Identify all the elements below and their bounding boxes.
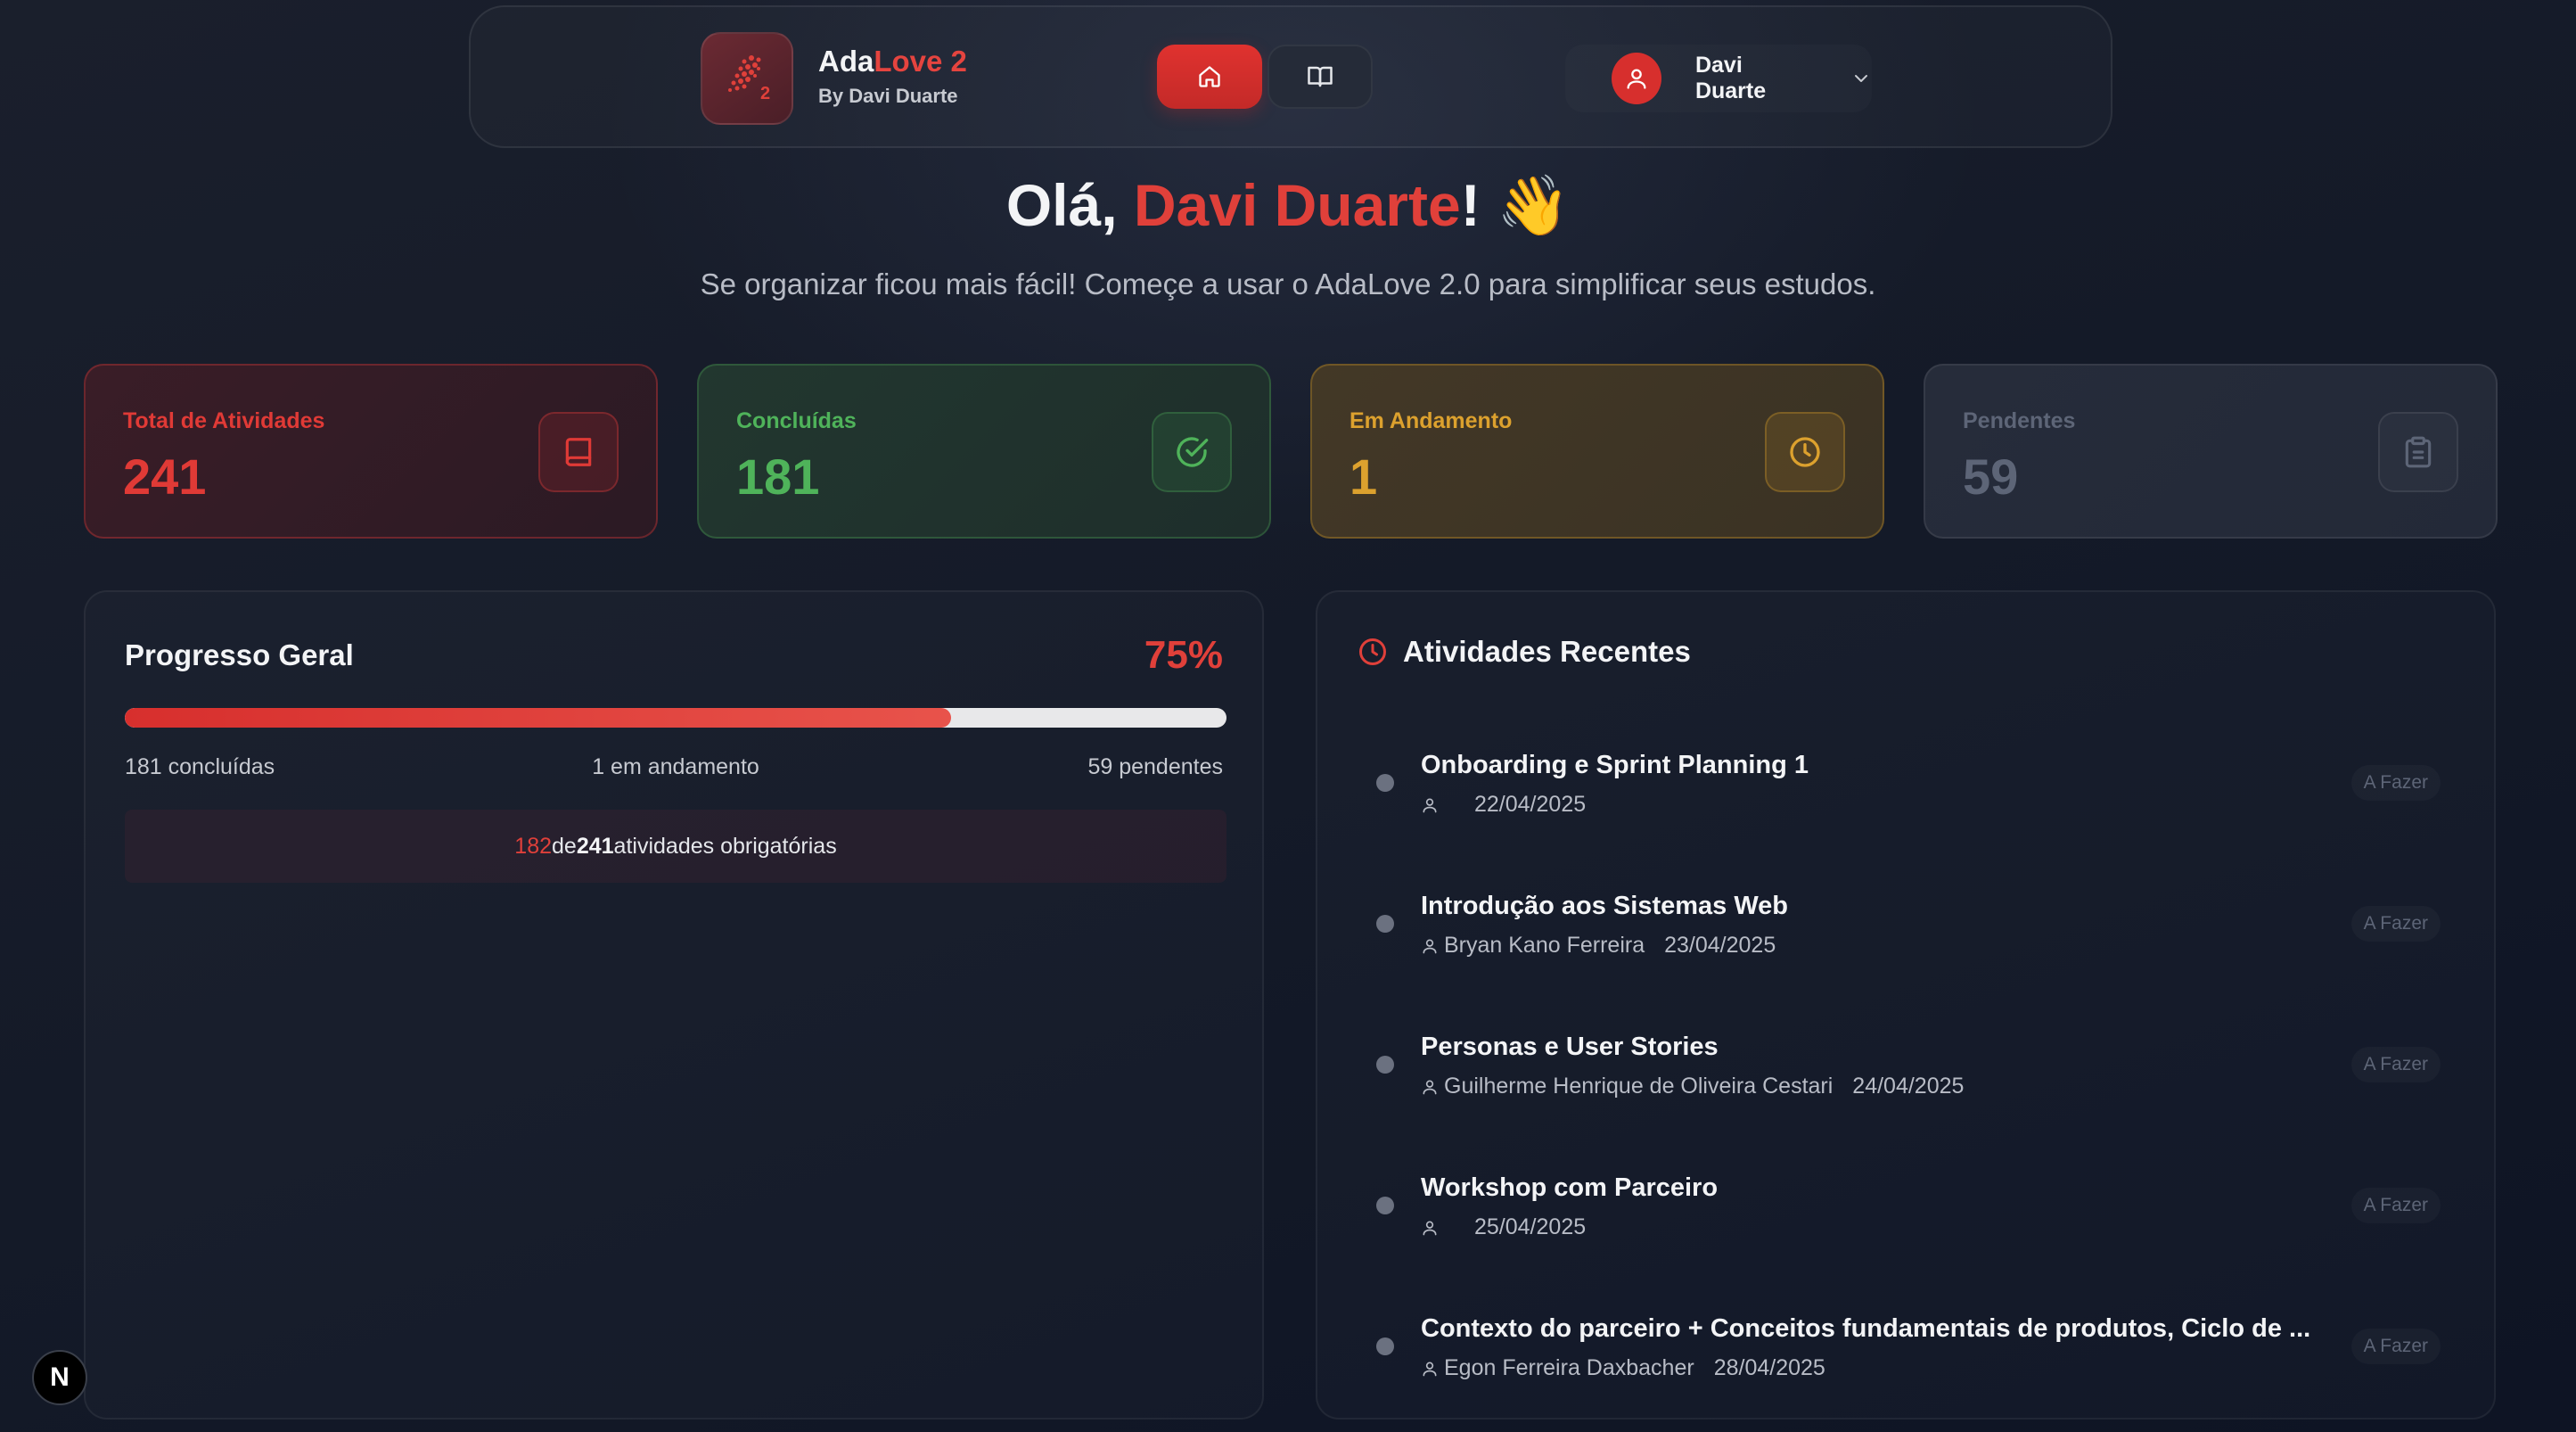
activity-date: 22/04/2025	[1474, 792, 1587, 817]
activity-date: 24/04/2025	[1852, 1074, 1965, 1099]
activity-name: Introdução aos Sistemas Web	[1421, 892, 1789, 920]
activity-meta: Bryan Kano Ferreira 23/04/2025	[1421, 933, 1776, 959]
user-name: Davi Duarte	[1694, 53, 1767, 103]
recent-activities-panel: Atividades Recentes Onboarding e Sprint …	[1316, 590, 2496, 1420]
status-dot	[1376, 1056, 1394, 1074]
user-icon	[1421, 1078, 1439, 1096]
activity-item[interactable]: Introdução aos Sistemas Web Bryan Kano Fe…	[1317, 874, 2498, 981]
clock-icon	[1357, 636, 1389, 668]
activity-meta: 22/04/2025	[1421, 792, 1586, 818]
book-icon	[538, 412, 619, 492]
activity-date: 25/04/2025	[1474, 1214, 1587, 1239]
activity-name: Personas e User Stories	[1421, 1033, 1719, 1061]
status-badge: A Fazer	[2351, 1188, 2441, 1223]
status-badge: A Fazer	[2351, 1047, 2441, 1082]
home-icon	[1199, 66, 1220, 87]
chevron-down-icon	[1850, 68, 1872, 89]
brand: AdaLove 2 By Davi Duarte	[818, 46, 967, 108]
activity-item[interactable]: Personas e User Stories Guilherme Henriqu…	[1317, 1015, 2498, 1122]
progress-bar-fill	[125, 708, 951, 728]
status-dot	[1376, 915, 1394, 933]
top-navbar: 2 AdaLove 2 By Davi Duarte Davi Duarte	[469, 5, 2112, 148]
status-badge: A Fazer	[2351, 765, 2441, 801]
nav-activities-button[interactable]	[1267, 45, 1373, 109]
user-icon	[1627, 69, 1646, 89]
activity-date: 28/04/2025	[1713, 1355, 1825, 1380]
stat-value: 181	[736, 449, 820, 505]
progress-bar	[125, 708, 1226, 728]
activity-name: Contexto do parceiro + Conceitos fundame…	[1421, 1314, 2311, 1343]
stat-card-total: Total de Atividades 241	[84, 364, 658, 539]
activity-meta: 25/04/2025	[1421, 1214, 1586, 1240]
user-icon	[1421, 937, 1439, 955]
stat-label: Concluídas	[736, 408, 857, 433]
activity-meta: Guilherme Henrique de Oliveira Cestari 24…	[1421, 1074, 1964, 1099]
user-icon	[1421, 1360, 1439, 1378]
activity-item[interactable]: Workshop com Parceiro 25/04/2025 A Fazer	[1317, 1156, 2498, 1263]
clock-icon	[1765, 412, 1845, 492]
recent-activities-title: Atividades Recentes	[1403, 635, 1691, 668]
activity-item[interactable]: Onboarding e Sprint Planning 1 22/04/2025…	[1317, 733, 2498, 840]
activity-person: Guilherme Henrique de Oliveira Cestari	[1444, 1074, 1834, 1099]
status-badge: A Fazer	[2351, 1329, 2441, 1364]
stat-label: Em Andamento	[1350, 408, 1513, 433]
user-icon	[1421, 796, 1439, 814]
stat-value: 59	[1963, 449, 2019, 505]
status-badge: A Fazer	[2351, 906, 2441, 942]
progress-percent: 75%	[1144, 633, 1223, 677]
stat-card-pending: Pendentes 59	[1924, 364, 2498, 539]
activity-item[interactable]: Contexto do parceiro + Conceitos fundame…	[1317, 1296, 2498, 1403]
page-title: Olá, Davi Duarte! 👋	[1005, 172, 1571, 238]
dev-tools-badge[interactable]: N	[32, 1350, 87, 1405]
status-dot	[1376, 774, 1394, 792]
activity-name: Onboarding e Sprint Planning 1	[1421, 751, 1809, 779]
stat-card-completed: Concluídas 181	[697, 364, 1271, 539]
recent-activities-header: Atividades Recentes	[1357, 635, 1691, 669]
progress-pending-count: 59 pendentes	[1087, 754, 1223, 779]
book-open-icon	[1308, 66, 1333, 87]
logo-dots-icon: 2	[728, 55, 770, 103]
activity-person: Bryan Kano Ferreira	[1444, 933, 1645, 958]
nav-home-button[interactable]	[1157, 45, 1262, 109]
activity-meta: Egon Ferreira Daxbacher 28/04/2025	[1421, 1355, 1825, 1381]
progress-title: Progresso Geral	[125, 638, 354, 671]
progress-summary: 182 de 241 atividades obrigatórias	[125, 810, 1226, 883]
status-dot	[1376, 1337, 1394, 1355]
stat-label: Pendentes	[1963, 408, 2076, 433]
page-subtitle: Se organizar ficou mais fácil! Começe a …	[700, 267, 1876, 300]
brand-name: AdaLove 2	[818, 45, 967, 78]
app-logo[interactable]: 2	[701, 32, 793, 125]
avatar	[1612, 53, 1661, 104]
status-dot	[1376, 1197, 1394, 1214]
brand-byline: By Davi Duarte	[818, 85, 958, 107]
stat-value: 1	[1350, 449, 1378, 505]
activity-person: Egon Ferreira Daxbacher	[1444, 1355, 1694, 1380]
progress-panel: Progresso Geral 75% 181 concluídas 1 em …	[84, 590, 1264, 1420]
user-menu[interactable]: Davi Duarte	[1565, 45, 1872, 112]
user-icon	[1421, 1219, 1439, 1237]
check-circle-icon	[1152, 412, 1232, 492]
activity-date: 23/04/2025	[1664, 933, 1776, 958]
svg-text:2: 2	[760, 84, 770, 103]
stat-value: 241	[123, 449, 207, 505]
stat-label: Total de Atividades	[123, 408, 325, 433]
activity-name: Workshop com Parceiro	[1421, 1173, 1719, 1202]
clipboard-icon	[2378, 412, 2458, 492]
stat-card-in-progress: Em Andamento 1	[1310, 364, 1884, 539]
